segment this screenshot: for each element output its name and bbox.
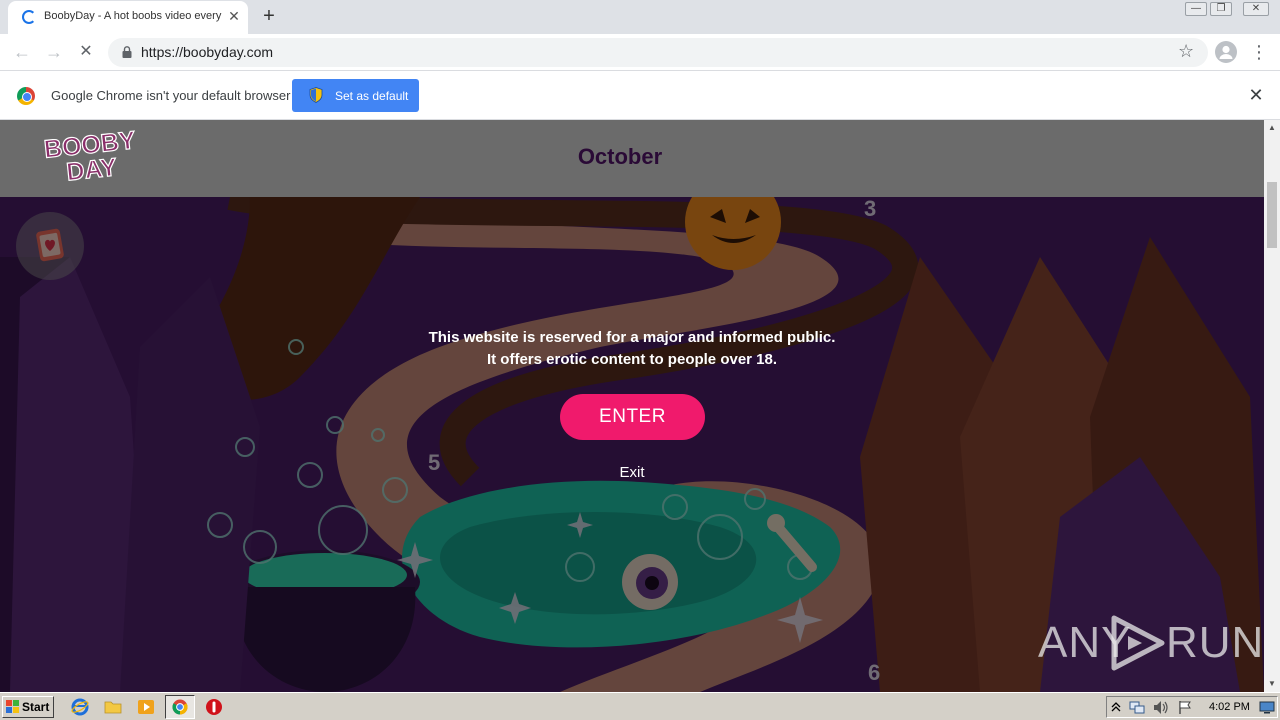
media-player-icon[interactable] — [137, 698, 155, 716]
start-label: Start — [22, 700, 50, 714]
internet-explorer-icon[interactable] — [71, 698, 89, 716]
chrome-menu-icon[interactable]: ⋮ — [1250, 40, 1268, 64]
tab-boobyday[interactable]: BoobyDay - A hot boobs video every ✕ — [8, 1, 248, 34]
month-title: October — [577, 144, 663, 169]
infobar-close-icon[interactable]: ✕ — [1246, 85, 1266, 105]
window-close-button[interactable]: ✕ — [1243, 2, 1269, 16]
show-desktop-icon[interactable] — [1259, 701, 1275, 714]
scroll-down-arrow-icon[interactable]: ▼ — [1264, 676, 1280, 692]
tab-title: BoobyDay - A hot boobs video every — [44, 10, 222, 22]
url-text[interactable]: https://boobyday.com — [141, 44, 273, 60]
infobar-message: Google Chrome isn't your default browser — [51, 88, 291, 103]
site-header: BOOBY DAY October — [0, 120, 1264, 197]
back-button[interactable]: ← — [10, 40, 34, 64]
stop-sign-icon[interactable] — [205, 698, 223, 716]
age-notice-line-2: It offers erotic content to people over … — [486, 351, 778, 368]
loading-spinner-icon — [22, 10, 36, 24]
enter-button[interactable]: ENTER — [560, 394, 705, 440]
forward-button[interactable]: → — [42, 40, 66, 64]
shield-icon — [309, 87, 323, 103]
set-as-default-label: Set as default — [335, 89, 409, 103]
chrome-logo-icon — [17, 87, 35, 105]
profile-avatar-icon[interactable] — [1215, 41, 1237, 63]
tab-close-icon[interactable]: ✕ — [226, 8, 242, 24]
action-center-flag-icon[interactable] — [1177, 700, 1193, 715]
default-browser-infobar: Google Chrome isn't your default browser… — [0, 71, 1280, 120]
system-tray: 4:02 PM — [1106, 696, 1278, 718]
windows-flag-icon — [6, 700, 19, 713]
tab-strip: BoobyDay - A hot boobs video every ✕ + —… — [0, 0, 1280, 34]
windows-taskbar: Start 4:02 PM — [0, 692, 1280, 720]
minimize-button[interactable]: — — [1185, 2, 1207, 16]
address-bar[interactable]: https://boobyday.com ☆ — [108, 38, 1208, 67]
browser-toolbar: ← → ✕ https://boobyday.com ☆ ⋮ — [0, 34, 1280, 71]
set-as-default-button[interactable]: Set as default — [292, 79, 419, 112]
watermark-run: RUN — [1166, 618, 1264, 667]
file-explorer-icon[interactable] — [104, 698, 122, 716]
page-scrollbar[interactable]: ▲ ▼ — [1264, 120, 1280, 692]
network-icon[interactable] — [1129, 700, 1145, 715]
exit-link[interactable]: Exit — [600, 464, 664, 481]
bookmark-star-icon[interactable]: ☆ — [1178, 41, 1194, 62]
tray-expand-icon[interactable] — [1111, 701, 1121, 713]
start-button[interactable]: Start — [2, 696, 54, 718]
age-notice-line-1: This website is reserved for a major and… — [428, 329, 836, 346]
scroll-up-arrow-icon[interactable]: ▲ — [1264, 120, 1280, 136]
stop-loading-button[interactable]: ✕ — [74, 40, 98, 64]
restore-button[interactable]: ❐ — [1210, 2, 1232, 16]
page-viewport: 3 5 6 BOOBY DAY October This website is … — [0, 120, 1264, 692]
scroll-thumb[interactable] — [1267, 182, 1277, 248]
lock-icon — [122, 46, 132, 58]
taskbar-clock[interactable]: 4:02 PM — [1209, 701, 1250, 713]
taskbar-chrome-button[interactable] — [165, 695, 195, 719]
volume-icon[interactable] — [1153, 700, 1169, 715]
play-triangle-icon — [1111, 615, 1165, 671]
new-tab-button[interactable]: + — [258, 5, 280, 27]
chrome-taskbar-icon — [172, 699, 188, 715]
